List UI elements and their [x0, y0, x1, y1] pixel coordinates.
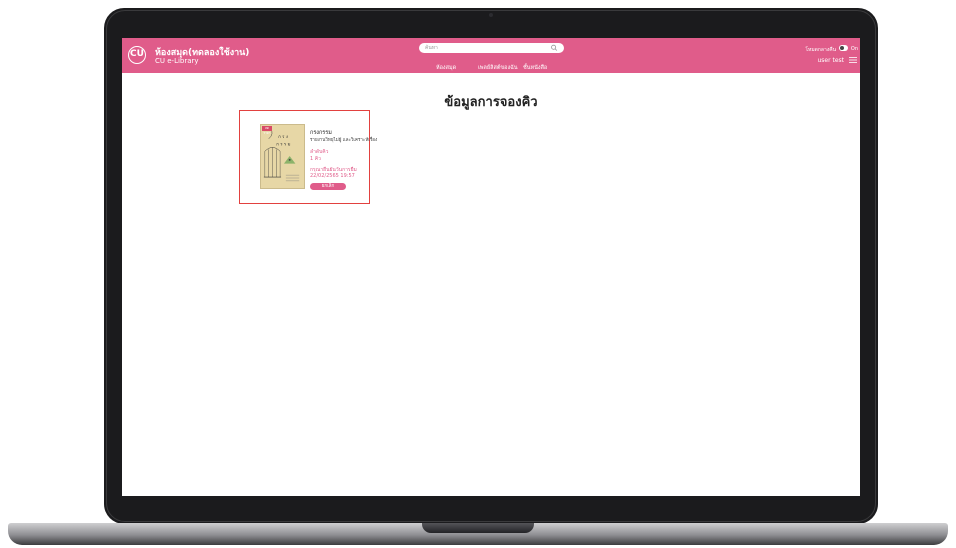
nav-library[interactable]: ห้องสมุด	[436, 64, 456, 72]
search-icon[interactable]	[550, 43, 559, 53]
book-cover-image[interactable]: ก ร ง ก ร ร ม ลดราคา	[260, 124, 305, 189]
reservation-card: ก ร ง ก ร ร ม ลดราคา กรงกรรม รายงานวิทยุ…	[239, 110, 377, 204]
search-input[interactable]: ค้นหา	[419, 43, 564, 53]
browser-viewport: CU ห้องสมุด(ทดลองใช้งาน) CU e-Library ค้…	[122, 38, 860, 496]
cover-badge: ลดราคา	[262, 126, 272, 135]
nav-bookshelf[interactable]: ชั้นหนังสือ	[523, 64, 547, 72]
book-author: รายงานวิทยุไม่ผู้ และวิเคราะห์เรื่อง	[310, 138, 378, 143]
username[interactable]: user test	[817, 57, 844, 64]
nav-my-playlist[interactable]: เพลย์ลิสต์ของฉัน	[478, 64, 518, 72]
toggle-state-label: On	[850, 46, 858, 52]
cancel-reservation-button[interactable]: ยกเลิก	[310, 183, 346, 190]
top-bar: CU ห้องสมุด(ทดลองใช้งาน) CU e-Library ค้…	[122, 38, 860, 73]
night-mode-toggle[interactable]	[839, 45, 848, 51]
camera-icon	[489, 13, 493, 17]
queue-value: 1 คิว	[310, 156, 321, 162]
search-placeholder: ค้นหา	[425, 45, 438, 51]
laptop-notch	[422, 523, 534, 533]
hamburger-menu-icon[interactable]	[849, 56, 857, 64]
night-mode-label: โหมดกลางคืน	[805, 47, 836, 53]
svg-text:ก ร ง: ก ร ง	[278, 134, 288, 140]
page-title: ข้อมูลการจองคิว	[444, 95, 538, 110]
svg-text:ก ร ร ม: ก ร ร ม	[276, 142, 290, 148]
app-subtitle: CU e-Library	[155, 57, 199, 65]
cu-logo[interactable]: CU	[128, 46, 146, 64]
confirm-date-value: 22/02/2565 19:57	[310, 173, 355, 179]
